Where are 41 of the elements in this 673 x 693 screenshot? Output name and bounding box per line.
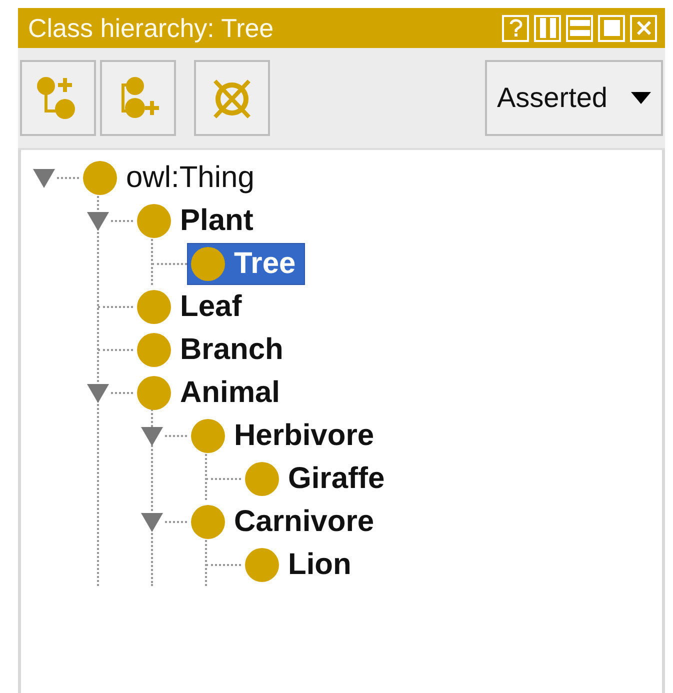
class-icon <box>136 332 172 368</box>
tree-item[interactable]: Branch <box>133 328 292 370</box>
window-title: Class hierarchy: Tree <box>28 12 275 44</box>
class-icon <box>244 460 280 496</box>
class-icon <box>136 374 172 410</box>
view-mode-dropdown[interactable]: Asserted <box>485 60 663 136</box>
class-icon <box>82 160 118 196</box>
split-vertical-icon <box>538 18 556 38</box>
class-icon <box>244 546 280 582</box>
add-subclass-button[interactable] <box>20 60 96 136</box>
expanded-arrow-icon[interactable] <box>87 382 109 404</box>
tree-item[interactable]: Carnivore <box>187 500 384 542</box>
delete-class-button[interactable] <box>194 60 270 136</box>
split-horizontal-button[interactable] <box>566 14 593 42</box>
tree-item[interactable]: Leaf <box>133 286 251 328</box>
caret-icon <box>631 92 651 104</box>
help-icon <box>508 19 522 37</box>
tree-item[interactable]: Herbivore <box>187 414 384 456</box>
close-icon <box>636 20 652 36</box>
class-icon <box>190 418 226 454</box>
expanded-arrow-icon[interactable] <box>33 166 55 188</box>
tree-item[interactable]: Tree <box>187 242 305 284</box>
expanded-arrow-icon[interactable] <box>141 510 163 532</box>
tree-item[interactable]: Animal <box>133 372 290 414</box>
tree-item[interactable]: Plant <box>133 200 262 242</box>
class-icon <box>136 288 172 324</box>
maximize-icon <box>602 19 620 37</box>
add-sibling-button[interactable] <box>100 60 176 136</box>
class-icon <box>190 504 226 540</box>
class-icon <box>136 202 172 238</box>
split-vertical-button[interactable] <box>534 14 561 42</box>
tree-item[interactable]: owl:Thing <box>79 156 264 198</box>
expanded-arrow-icon[interactable] <box>87 210 109 232</box>
maximize-button[interactable] <box>598 14 625 42</box>
close-button[interactable] <box>630 14 657 42</box>
tree-item[interactable]: Lion <box>241 544 360 586</box>
help-button[interactable] <box>502 14 529 42</box>
expanded-arrow-icon[interactable] <box>141 424 163 446</box>
tree-item[interactable]: Giraffe <box>241 458 394 500</box>
class-icon <box>190 246 226 282</box>
split-horizontal-icon <box>570 19 590 37</box>
